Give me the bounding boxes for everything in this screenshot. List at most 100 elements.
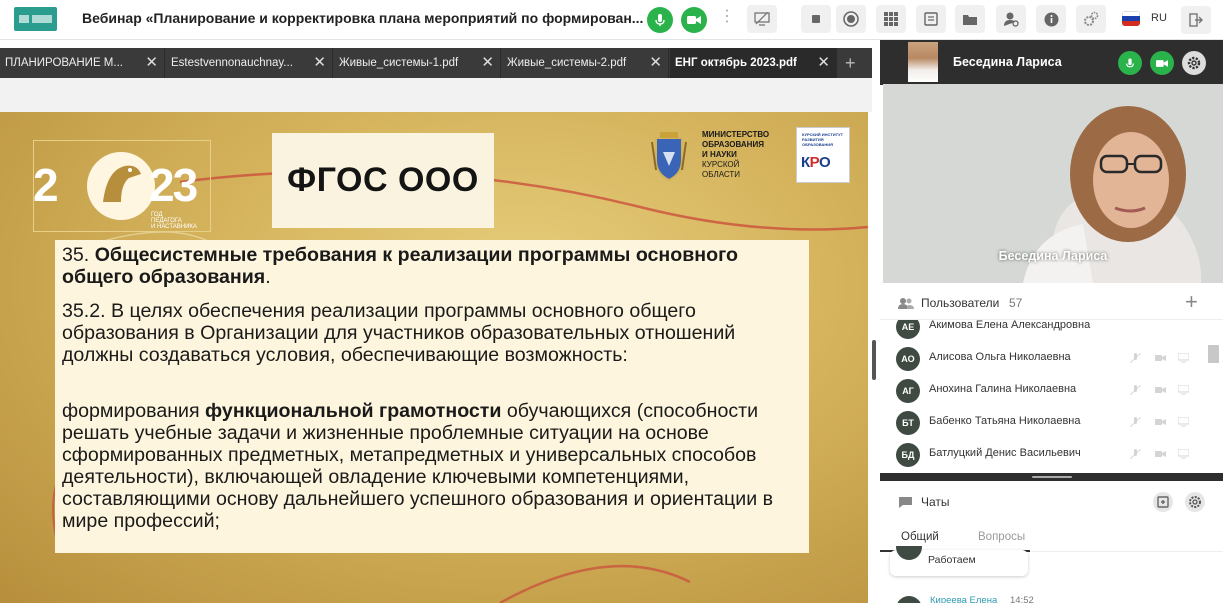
chat-message[interactable]: Работаем	[890, 546, 1028, 576]
document-icon	[924, 12, 938, 26]
close-icon[interactable]: ✕	[313, 48, 326, 78]
user-settings-icon	[1004, 12, 1019, 27]
video-name-label: Беседина Лариса	[998, 249, 1108, 263]
list-item[interactable]: БД Батлуцкий Денис Васильевич	[880, 438, 1205, 470]
chat-settings-button[interactable]	[1185, 492, 1205, 512]
user-name: Батлуцкий Денис Васильевич	[929, 447, 1081, 459]
language-label[interactable]: RU	[1151, 12, 1167, 24]
info-icon	[1044, 12, 1058, 26]
users-icon	[898, 298, 914, 309]
chat-message[interactable]: Киреева Елена 14:52	[890, 590, 1070, 603]
users-label: Пользователи	[921, 296, 1000, 310]
speaker-camera-button[interactable]	[1150, 51, 1174, 75]
ministry-label: МИНИСТЕРСТВО ОБРАЗОВАНИЯ И НАУКИ КУРСКОЙ…	[702, 130, 770, 179]
add-user-button[interactable]: +	[1185, 290, 1198, 314]
speaker-header: Беседина Лариса	[880, 40, 1223, 85]
avatar: БТ	[896, 411, 920, 435]
chats-label: Чаты	[921, 495, 950, 509]
files-button[interactable]	[955, 5, 985, 33]
microphone-button[interactable]	[647, 7, 673, 33]
camera-button[interactable]	[681, 7, 707, 33]
avatar: АО	[896, 347, 920, 371]
slide-title: ФГОС ООО	[287, 161, 479, 199]
speaker-name: Беседина Лариса	[953, 55, 1062, 69]
tab-label: ПЛАНИРОВАНИЕ М...	[5, 57, 123, 69]
camera-off-icon	[1155, 451, 1166, 457]
chats-header: Чаты	[880, 487, 1223, 517]
add-tab-button[interactable]: +	[845, 48, 856, 78]
speaker-settings-button[interactable]	[1182, 51, 1206, 75]
tab-document-4[interactable]: Живые_системы-2.pdf ✕	[502, 48, 669, 78]
logo-year-2-0: 2	[33, 159, 59, 211]
message-text: Работаем	[928, 554, 976, 566]
layout-grid-button[interactable]	[876, 5, 906, 33]
document-tabs: ПЛАНИРОВАНИЕ М... ✕ Estestvennonauchnay.…	[0, 48, 872, 78]
user-name: Алисова Ольга Николаевна	[929, 351, 1071, 363]
screen-icon	[1178, 449, 1189, 459]
close-icon[interactable]: ✕	[817, 48, 830, 78]
list-item[interactable]: БТ Бабенко Татьяна Николаевна	[880, 406, 1205, 438]
tab-document-2[interactable]: Estestvennonauchnay... ✕	[166, 48, 333, 78]
paragraph-functional-literacy: формирования функциональной грамотности …	[62, 400, 774, 532]
users-header: Пользователи 57 +	[880, 285, 1223, 320]
exit-icon	[1189, 13, 1203, 27]
list-item[interactable]: АГ Анохина Галина Николаевна	[880, 374, 1205, 406]
list-item[interactable]: АО Алисова Ольга Николаевна	[880, 342, 1205, 374]
new-chat-button[interactable]	[1153, 492, 1173, 512]
logo-caption: ГОД ПЕДАГОГА И НАСТАВНИКА	[151, 212, 197, 230]
panel-resize-handle[interactable]	[872, 340, 876, 380]
tab-document-1[interactable]: ПЛАНИРОВАНИЕ М... ✕	[0, 48, 165, 78]
tab-label: Живые_системы-2.pdf	[507, 57, 627, 69]
avatar	[908, 42, 938, 82]
avatar	[896, 596, 922, 603]
paragraph-35: 35. Общесистемные требования к реализаци…	[62, 244, 738, 288]
presentation-slide: 2 23 ГОД ПЕДАГОГА И НАСТАВНИКА ФГОС ООО МИ…	[0, 112, 868, 603]
exit-button[interactable]	[1181, 6, 1211, 34]
more-options-icon[interactable]: ⋮	[719, 6, 735, 26]
microphone-icon	[1126, 58, 1134, 67]
screen-icon	[1178, 417, 1189, 427]
record-button[interactable]	[836, 5, 866, 33]
russian-flag-icon[interactable]	[1122, 11, 1140, 26]
user-name: Анохина Галина Николаевна	[929, 383, 1077, 395]
microphone-off-icon	[1130, 417, 1141, 427]
slide-text-box: 35. Общесистемные требования к реализаци…	[55, 240, 809, 553]
chat-resize-handle[interactable]	[880, 473, 1223, 481]
stop-button[interactable]	[801, 5, 831, 33]
record-icon	[843, 11, 859, 27]
avatar: АГ	[896, 379, 920, 403]
close-icon[interactable]: ✕	[481, 48, 494, 78]
info-button[interactable]	[1036, 5, 1066, 33]
screen-share-off-icon	[754, 12, 770, 26]
close-icon[interactable]: ✕	[145, 48, 158, 78]
avatar: АЕ	[896, 320, 920, 339]
speaker-microphone-button[interactable]	[1118, 51, 1142, 75]
tab-questions[interactable]: Вопросы	[978, 531, 1025, 543]
app-logo[interactable]	[14, 7, 57, 31]
list-item[interactable]: АЕ Акимова Елена Александровна	[880, 320, 1205, 342]
users-settings-button[interactable]	[996, 5, 1026, 33]
app-window: Вебинар «Планирование и корректировка пл…	[0, 0, 1223, 603]
webinar-title: Вебинар «Планирование и корректировка пл…	[82, 10, 644, 26]
camera-off-icon	[1155, 355, 1166, 361]
settings-button[interactable]	[1076, 5, 1106, 33]
tab-label: Estestvennonauchnay...	[171, 57, 293, 69]
grid-icon	[884, 12, 898, 26]
chat-tabs: Общий Вопросы	[880, 524, 1223, 552]
paragraph-35-2: 35.2. В целях обеспечения реализации про…	[62, 300, 736, 366]
speaker-video: Беседина Лариса	[883, 84, 1223, 283]
tab-general[interactable]: Общий	[901, 531, 939, 543]
users-count: 57	[1009, 296, 1023, 310]
tab-document-3[interactable]: Живые_системы-1.pdf ✕	[334, 48, 501, 78]
message-time: 14:52	[1010, 595, 1034, 603]
tab-document-5[interactable]: ЕНГ октябрь 2023.pdf ✕	[670, 48, 837, 78]
notes-button[interactable]	[916, 5, 946, 33]
screen-icon	[1178, 353, 1189, 363]
close-icon[interactable]: ✕	[649, 48, 662, 78]
screen-share-button[interactable]	[747, 5, 777, 33]
message-author: Киреева Елена	[930, 595, 998, 603]
users-scrollbar[interactable]	[1208, 345, 1219, 363]
avatar: БД	[896, 443, 920, 467]
camera-icon	[687, 16, 701, 24]
tab-label: ЕНГ октябрь 2023.pdf	[675, 57, 797, 69]
